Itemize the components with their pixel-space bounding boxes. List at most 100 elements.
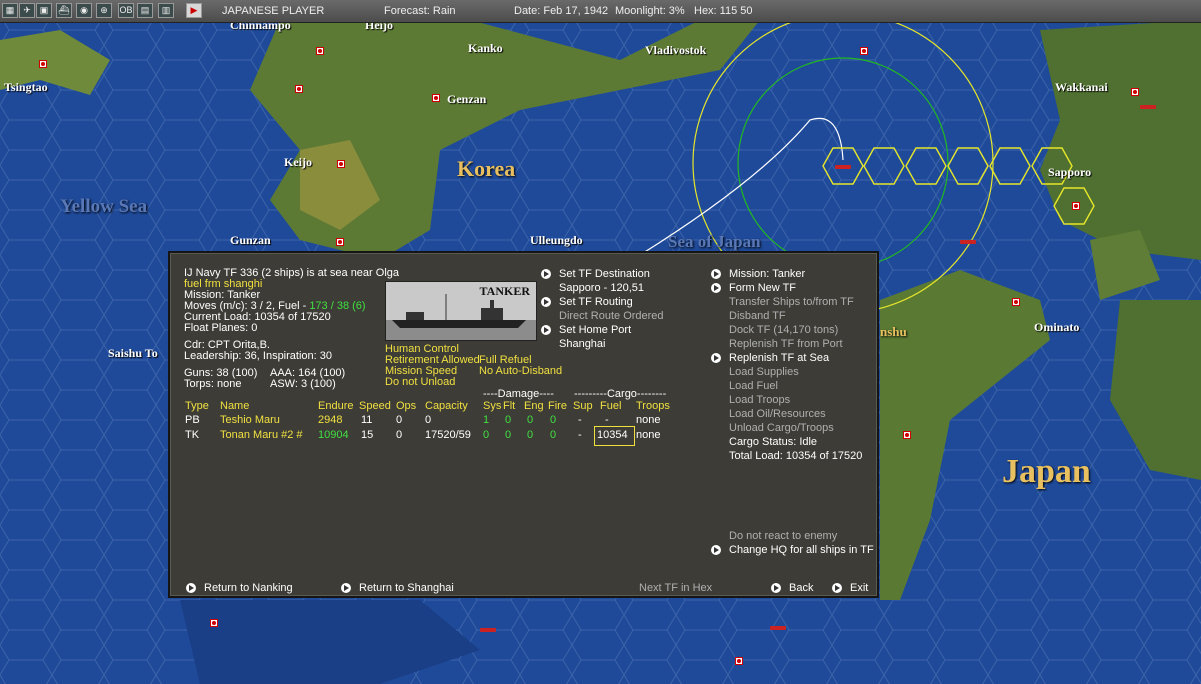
- return-shanghai-button[interactable]: Return to Shanghai: [359, 582, 454, 595]
- air-tool-icon[interactable]: ✈: [19, 3, 35, 18]
- toggle-do-not-unload[interactable]: Do not Unload: [385, 376, 455, 389]
- base-marker[interactable]: [1012, 298, 1020, 306]
- arrow-right-icon: [341, 583, 351, 593]
- map-label-sapporo: Sapporo: [1048, 165, 1092, 179]
- region-label-yellow-sea: Yellow Sea: [60, 196, 148, 217]
- date-label: Date: Feb 17, 1942: [514, 5, 609, 17]
- cell-fire: 0: [550, 414, 557, 426]
- map-label-kanko: Kanko: [468, 41, 503, 55]
- toggle-no-auto-disband[interactable]: No Auto-Disband: [479, 365, 562, 378]
- arrow-right-icon: [541, 325, 551, 335]
- ground-tool-icon[interactable]: ▣: [36, 3, 52, 18]
- cell-ops: 0: [396, 414, 403, 426]
- form-new-tf-button[interactable]: Form New TF: [729, 282, 796, 295]
- cell-troops: none: [636, 414, 661, 426]
- cell-endure: 2948: [318, 414, 343, 426]
- taskforce-marker[interactable]: [835, 165, 851, 169]
- base-marker[interactable]: [735, 657, 743, 665]
- transfer-ships-button[interactable]: Transfer Ships to/from TF: [729, 296, 854, 309]
- end-turn-play-icon[interactable]: ▶: [186, 3, 202, 18]
- cell-eng: 0: [527, 429, 534, 441]
- col-fire: Fire: [548, 400, 567, 412]
- set-routing-button[interactable]: Set TF Routing: [559, 296, 633, 309]
- load-troops-button[interactable]: Load Troops: [729, 394, 790, 407]
- col-endure: Endure: [318, 400, 354, 412]
- intel-tool-icon[interactable]: ◉: [76, 3, 92, 18]
- ship-name-link[interactable]: Teshio Maru: [220, 414, 280, 427]
- base-marker[interactable]: [1072, 202, 1080, 210]
- col-flt: Flt: [503, 400, 516, 412]
- set-home-port-button[interactable]: Set Home Port: [559, 324, 631, 337]
- base-marker[interactable]: [210, 619, 218, 627]
- taskforce-marker[interactable]: [770, 626, 786, 630]
- globe-tool-icon[interactable]: ⊕: [96, 3, 112, 18]
- no-react-button[interactable]: Do not react to enemy: [729, 530, 837, 543]
- change-hq-button[interactable]: Change HQ for all ships in TF: [729, 544, 874, 557]
- base-marker[interactable]: [1131, 88, 1139, 96]
- tf-leadership: Leadership: 36, Inspiration: 30: [184, 350, 332, 362]
- reports-tool-icon[interactable]: ▤: [137, 3, 153, 18]
- exit-button[interactable]: Exit: [850, 582, 868, 595]
- moonlight-label: Moonlight: 3%: [615, 5, 685, 17]
- col-capacity: Capacity: [425, 400, 468, 412]
- replenish-port-button[interactable]: Replenish TF from Port: [729, 338, 843, 351]
- taskforce-marker[interactable]: [1140, 105, 1156, 109]
- region-label-honshu: nshu: [880, 324, 907, 339]
- region-label-korea: Korea: [457, 156, 516, 181]
- dock-tf-button[interactable]: Dock TF (14,170 tons): [729, 324, 838, 337]
- cell-sys: 1: [483, 414, 490, 426]
- orders-tool-icon[interactable]: OB: [118, 3, 134, 18]
- disband-tf-button[interactable]: Disband TF: [729, 310, 786, 323]
- return-nanking-button[interactable]: Return to Nanking: [204, 582, 293, 595]
- cell-ops: 0: [396, 429, 403, 441]
- mission-button[interactable]: Mission: Tanker: [729, 268, 805, 281]
- map-label-ominato: Ominato: [1034, 320, 1080, 334]
- next-tf-button[interactable]: Next TF in Hex: [639, 582, 712, 595]
- base-marker[interactable]: [295, 85, 303, 93]
- col-speed: Speed: [359, 400, 391, 412]
- cell-troops: none: [636, 429, 661, 441]
- info-tool-icon[interactable]: ▥: [158, 3, 174, 18]
- col-eng: Eng: [524, 400, 544, 412]
- arrow-right-icon: [711, 283, 721, 293]
- back-button[interactable]: Back: [789, 582, 813, 595]
- map-label-gunzan: Gunzan: [230, 233, 271, 247]
- base-marker[interactable]: [903, 431, 911, 439]
- taskforce-marker[interactable]: [480, 628, 496, 632]
- col-fuel: Fuel: [600, 400, 622, 412]
- destination-value: Sapporo - 120,51: [559, 282, 645, 294]
- load-supplies-button[interactable]: Load Supplies: [729, 366, 799, 379]
- routing-value: Direct Route Ordered: [559, 310, 664, 322]
- base-marker[interactable]: [860, 47, 868, 55]
- home-port-value: Shanghai: [559, 338, 606, 350]
- map-tool-icon[interactable]: ▦: [2, 3, 18, 18]
- unload-cargo-button[interactable]: Unload Cargo/Troops: [729, 422, 834, 435]
- region-label-sea-of-japan: Sea of Japan: [668, 232, 761, 251]
- task-force-panel: IJ Navy TF 336 (2 ships) is at sea near …: [168, 251, 879, 598]
- base-marker[interactable]: [432, 94, 440, 102]
- ship-name-link[interactable]: Tonan Maru #2 #: [220, 429, 303, 442]
- arrow-right-icon: [832, 583, 842, 593]
- base-marker[interactable]: [337, 160, 345, 168]
- arrow-right-icon: [711, 269, 721, 279]
- base-marker[interactable]: [316, 47, 324, 55]
- map-label-saishu-to: Saishu To: [108, 346, 158, 360]
- cell-flt: 0: [505, 414, 512, 426]
- cell-sup: -: [578, 429, 582, 441]
- load-fuel-button[interactable]: Load Fuel: [729, 380, 778, 393]
- cargo-status-label: Cargo Status: Idle: [729, 436, 818, 448]
- fuel-selection-highlight[interactable]: [594, 426, 635, 446]
- ship-class-label: TANKER: [479, 284, 530, 298]
- tf-torps: Torps: none: [184, 378, 242, 390]
- replenish-sea-button[interactable]: Replenish TF at Sea: [729, 352, 829, 365]
- cell-sys: 0: [483, 429, 490, 441]
- base-marker[interactable]: [39, 60, 47, 68]
- forecast-label: Forecast: Rain: [384, 5, 456, 17]
- taskforce-marker[interactable]: [960, 240, 976, 244]
- base-marker[interactable]: [336, 238, 344, 246]
- hex-coordinate-label: Hex: 115 50: [694, 5, 753, 17]
- ships-tool-icon[interactable]: ⛴: [56, 3, 72, 18]
- total-load-label: Total Load: 10354 of 17520: [729, 450, 863, 462]
- set-destination-button[interactable]: Set TF Destination: [559, 268, 650, 281]
- load-oil-button[interactable]: Load Oil/Resources: [729, 408, 826, 421]
